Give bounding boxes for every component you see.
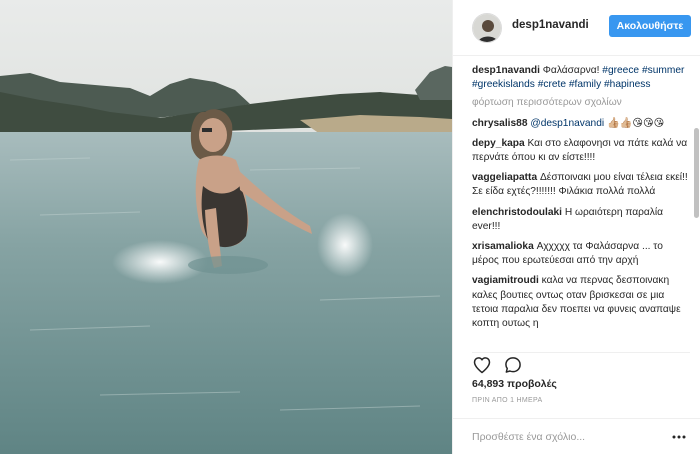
hashtag-link[interactable]: #greekislands xyxy=(472,79,535,90)
comment: xrisamalioka Αχχχχχ τα Φαλάσαρνα ... το … xyxy=(472,240,690,268)
comment-username[interactable]: vaggeliapatta xyxy=(472,172,537,183)
comment-username[interactable]: chrysalis88 xyxy=(472,118,528,129)
comment: chrysalis88 @desp1navandi 👍🏼👍🏼😘😘😘 xyxy=(472,117,690,131)
hashtag-link[interactable]: #greece xyxy=(602,65,639,76)
comment: elenchristodoulaki Η ωραιότερη παραλία e… xyxy=(472,206,690,234)
beach-photo xyxy=(0,0,452,454)
post-header: desp1navandi Ακολουθήστε xyxy=(453,0,700,56)
comment-username[interactable]: elenchristodoulaki xyxy=(472,207,562,218)
post-timestamp[interactable]: ΠΡΙΝ ΑΠΟ 1 ΗΜΕΡΑ xyxy=(472,397,542,404)
header-username[interactable]: desp1navandi xyxy=(512,19,589,31)
post-photo[interactable] xyxy=(0,0,452,454)
add-comment-section xyxy=(453,418,700,454)
hashtag-link[interactable]: #family xyxy=(569,79,601,90)
hashtag-link[interactable]: #hapiness xyxy=(604,79,650,90)
avatar-image xyxy=(473,14,501,42)
speech-bubble-icon[interactable] xyxy=(503,355,523,375)
comment-username[interactable]: xrisamalioka xyxy=(472,241,534,252)
comments-list[interactable]: desp1navandi Φαλάσαρνα! #greece #summer … xyxy=(472,64,690,348)
comment-username[interactable]: depy_kapa xyxy=(472,138,525,149)
comment-mention[interactable]: @desp1navandi xyxy=(530,118,604,129)
instagram-post: desp1navandi Ακολουθήστε desp1navandi Φα… xyxy=(0,0,700,454)
caption-text: Φαλάσαρνα! xyxy=(542,65,600,76)
hashtag-link[interactable]: #crete xyxy=(538,79,566,90)
comments-scrollbar[interactable] xyxy=(694,60,699,350)
more-options-icon[interactable] xyxy=(671,430,687,442)
avatar[interactable] xyxy=(472,13,502,43)
comment-text: 👍🏼👍🏼😘😘😘 xyxy=(607,117,665,129)
scrollbar-thumb[interactable] xyxy=(694,128,699,218)
hashtag-link[interactable]: #summer xyxy=(642,65,684,76)
comment: vagiamitroudi καλα να περνας δεσποινακη … xyxy=(472,274,690,331)
post-actions xyxy=(472,352,690,374)
post-sidebar: desp1navandi Ακολουθήστε desp1navandi Φα… xyxy=(452,0,700,454)
add-comment-input[interactable] xyxy=(472,428,657,446)
comment-username[interactable]: vagiamitroudi xyxy=(472,275,539,286)
follow-button[interactable]: Ακολουθήστε xyxy=(609,15,691,37)
views-count[interactable]: 64,893 προβολές xyxy=(472,378,557,390)
comment: vaggeliapatta Δέσποινακι μου είναι τέλει… xyxy=(472,171,690,199)
comment: depy_kapa Και στο ελαφονησι να πάτε καλά… xyxy=(472,137,690,165)
caption-username[interactable]: desp1navandi xyxy=(472,65,540,76)
caption: desp1navandi Φαλάσαρνα! #greece #summer … xyxy=(472,64,690,92)
heart-icon[interactable] xyxy=(472,355,492,375)
load-more-comments-link[interactable]: φόρτωση περισσότερων σχολίων xyxy=(472,96,690,110)
